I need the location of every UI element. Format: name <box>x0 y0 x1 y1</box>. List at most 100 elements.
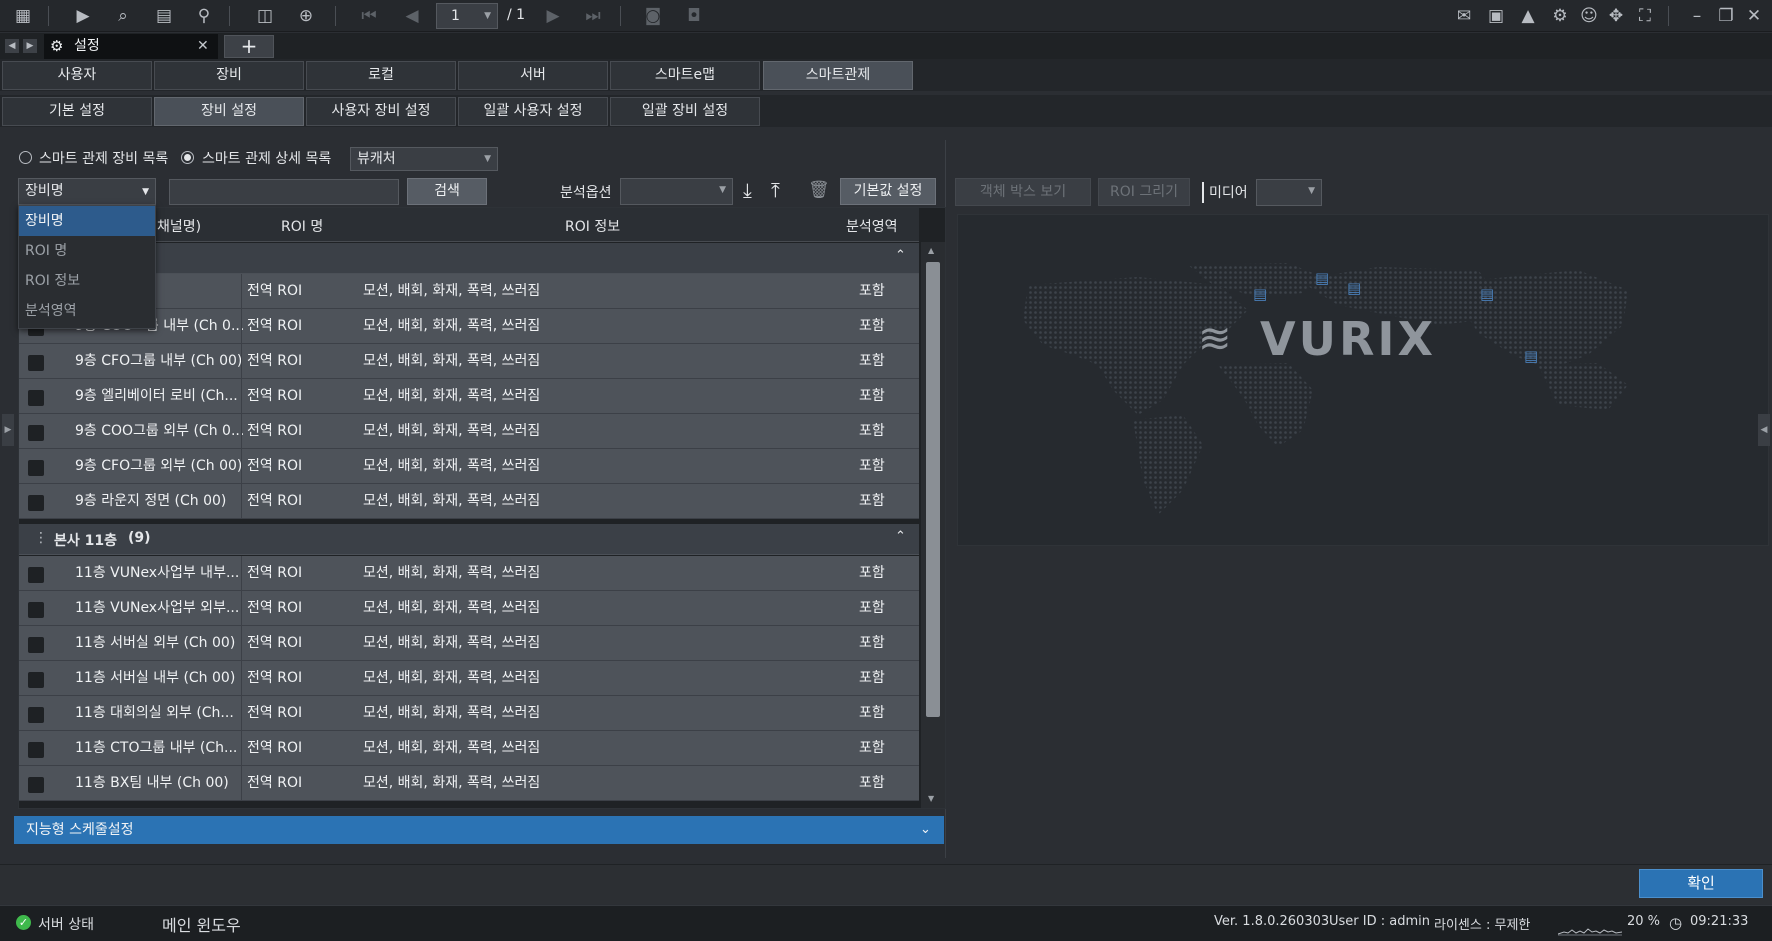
event-search-icon[interactable]: ⚲ <box>193 6 215 26</box>
chat-icon[interactable]: ✉ <box>1453 6 1475 26</box>
row-checkbox[interactable] <box>28 637 44 653</box>
tab-device[interactable]: 장비 <box>154 61 304 90</box>
trash-icon[interactable]: 🗑 <box>808 180 830 200</box>
search-input[interactable] <box>169 179 399 205</box>
close-icon[interactable]: ✕ <box>197 34 209 58</box>
table-row[interactable]: 11층 BX팀 내부 (Ch 00) 전역 ROI 모션, 배회, 화재, 폭력, … <box>19 766 919 801</box>
row-checkbox[interactable] <box>28 460 44 476</box>
confirm-button[interactable]: 확인 <box>1639 869 1763 898</box>
radio-detail-list[interactable] <box>181 151 194 164</box>
add-window-icon[interactable]: ⊕ <box>295 6 317 26</box>
user-icon[interactable]: ☺ <box>1578 6 1600 26</box>
table-scrollbar[interactable]: ▲ ▼ <box>921 242 945 808</box>
row-checkbox[interactable] <box>28 777 44 793</box>
tab-scroll-left-icon[interactable]: ◀ <box>5 39 19 53</box>
cell-roi-name: 전역 ROI <box>247 283 303 299</box>
row-checkbox[interactable] <box>28 425 44 441</box>
scroll-down-icon[interactable]: ▼ <box>928 794 934 803</box>
table-row[interactable]: 11층 대회의실 외부 (Ch... 전역 ROI 모션, 배회, 화재, 폭력, … <box>19 696 919 731</box>
right-panel-collapse-icon[interactable]: ◀ <box>1758 414 1770 446</box>
settings-document-tab[interactable]: ⚙ 설정 ✕ <box>44 34 218 59</box>
dropdown-option[interactable]: 분석영역 <box>19 296 155 326</box>
viewer-select[interactable]: 뷰캐처 ▼ <box>350 147 498 171</box>
media-select[interactable]: ▼ <box>1256 179 1322 206</box>
monitor-icon[interactable]: ▣ <box>1485 6 1507 26</box>
move-icon[interactable]: ✥ <box>1605 6 1627 26</box>
table-row[interactable]: 9층 엘리베이터 로비 (Ch... 전역 ROI 모션, 배회, 화재, 폭력, … <box>19 379 919 414</box>
default-setting-button[interactable]: 기본값 설정 <box>840 178 936 205</box>
row-checkbox[interactable] <box>28 355 44 371</box>
dropdown-option[interactable]: ROI 명 <box>19 236 155 266</box>
grid-menu-icon[interactable]: ▦ <box>12 6 34 26</box>
download-icon[interactable]: ⤓ <box>743 178 752 202</box>
subtab-bulk-device-settings[interactable]: 일괄 장비 설정 <box>610 97 760 126</box>
drag-handle-icon[interactable]: ⋮ <box>34 530 48 546</box>
subtab-device-settings[interactable]: 장비 설정 <box>154 97 304 126</box>
tab-local[interactable]: 로컬 <box>306 61 456 90</box>
row-checkbox[interactable] <box>28 602 44 618</box>
subtab-bulk-user-settings[interactable]: 일괄 사용자 설정 <box>458 97 608 126</box>
object-box-button[interactable]: 객체 박스 보기 <box>955 178 1091 206</box>
chevron-up-icon[interactable]: ⌃ <box>895 248 906 263</box>
alarm-icon[interactable]: ▲ <box>1517 6 1539 26</box>
prev-page-icon[interactable]: ◀ <box>401 6 423 26</box>
clock-time-text: 09:21:33 <box>1690 914 1749 929</box>
subtab-basic-settings[interactable]: 기본 설정 <box>2 97 152 126</box>
left-panel-collapse-icon[interactable]: ▶ <box>2 414 14 446</box>
scroll-up-icon[interactable]: ▲ <box>928 246 934 255</box>
play-icon[interactable]: ▶ <box>72 6 94 26</box>
subtab-user-device-settings[interactable]: 사용자 장비 설정 <box>306 97 456 126</box>
tab-scroll-right-icon[interactable]: ▶ <box>23 39 37 53</box>
table-row[interactable]: 11층 VUNex사업부 외부... 전역 ROI 모션, 배회, 화재, 폭력, … <box>19 591 919 626</box>
row-checkbox[interactable] <box>28 390 44 406</box>
row-checkbox[interactable] <box>28 567 44 583</box>
chevron-down-icon: ▼ <box>142 187 149 197</box>
tab-server[interactable]: 서버 <box>458 61 608 90</box>
restore-icon[interactable]: ❐ <box>1715 6 1737 26</box>
table-row[interactable]: 9층 라운지 정면 (Ch 00) 전역 ROI 모션, 배회, 화재, 폭력, 쓰… <box>19 484 919 519</box>
search-field-select[interactable]: 장비명 ▼ <box>18 178 156 205</box>
tab-user[interactable]: 사용자 <box>2 61 152 90</box>
page-number-select[interactable]: 1 ▼ <box>436 3 498 29</box>
row-checkbox[interactable] <box>28 742 44 758</box>
table-row[interactable]: 11층 VUNex사업부 내부... 전역 ROI 모션, 배회, 화재, 폭력, … <box>19 556 919 591</box>
table-row[interactable]: 9층 CFO그룹 내부 (Ch 00) 전역 ROI 모션, 배회, 화재, 폭력,… <box>19 344 919 379</box>
main-window-label[interactable]: 메인 윈도우 <box>162 912 241 936</box>
fullscreen-icon[interactable]: ⛶ <box>1634 6 1656 26</box>
row-checkbox[interactable] <box>28 707 44 723</box>
gear-icon[interactable]: ⚙ <box>1549 6 1571 26</box>
layout-icon[interactable]: ◫ <box>254 6 276 26</box>
export-icon[interactable]: ▤ <box>153 6 175 26</box>
last-page-icon[interactable]: ⏭ <box>582 6 604 26</box>
tab-smart-monitoring[interactable]: 스마트관제 <box>763 61 913 90</box>
playback-search-icon[interactable]: ⌕ <box>112 6 134 26</box>
scrollbar-thumb[interactable] <box>926 262 940 717</box>
group-row-2[interactable]: ⋮ 본사 11층 (9) ⌃ <box>19 524 919 555</box>
chevron-up-icon[interactable]: ⌃ <box>895 529 906 544</box>
row-checkbox[interactable] <box>28 672 44 688</box>
table-row[interactable]: 9층 COO그룹 외부 (Ch 0... 전역 ROI 모션, 배회, 화재, 폭력… <box>19 414 919 449</box>
table-row[interactable]: 11층 CTO그룹 내부 (Ch... 전역 ROI 모션, 배회, 화재, 폭력,… <box>19 731 919 766</box>
radio-device-list[interactable] <box>19 151 32 164</box>
add-tab-button[interactable]: + <box>224 35 274 58</box>
table-row[interactable]: 11층 서버실 외부 (Ch 00) 전역 ROI 모션, 배회, 화재, 폭력, … <box>19 626 919 661</box>
close-icon[interactable]: ✕ <box>1743 6 1765 26</box>
next-page-icon[interactable]: ▶ <box>542 6 564 26</box>
table-row[interactable]: 11층 서버실 내부 (Ch 00) 전역 ROI 모션, 배회, 화재, 폭력, … <box>19 661 919 696</box>
roi-draw-button[interactable]: ROI 그리기 <box>1098 178 1190 206</box>
camera-icon[interactable]: ◘ <box>683 6 705 26</box>
dropdown-option[interactable]: 장비명 <box>19 206 155 236</box>
row-checkbox[interactable] <box>28 495 44 511</box>
dropdown-option[interactable]: ROI 정보 <box>19 266 155 296</box>
first-page-icon[interactable]: ⏮ <box>358 6 380 26</box>
video-preview[interactable]: ▤ ▤ ▤ ▤ ▤ ≋ VURIX <box>957 214 1769 546</box>
upload-icon[interactable]: ⤒ <box>771 178 780 202</box>
tab-smart-emap[interactable]: 스마트e맵 <box>610 61 760 90</box>
minimize-icon[interactable]: – <box>1686 6 1708 26</box>
snapshot-icon[interactable]: ◙ <box>642 6 664 26</box>
analysis-option-select[interactable]: ▼ <box>620 178 733 205</box>
search-button[interactable]: 검색 <box>407 178 487 205</box>
server-status-label[interactable]: 서버 상태 <box>38 914 94 934</box>
table-row[interactable]: 9층 CFO그룹 외부 (Ch 00) 전역 ROI 모션, 배회, 화재, 폭력,… <box>19 449 919 484</box>
schedule-settings-bar[interactable]: 지능형 스케줄설정 ⌄ <box>14 816 944 844</box>
